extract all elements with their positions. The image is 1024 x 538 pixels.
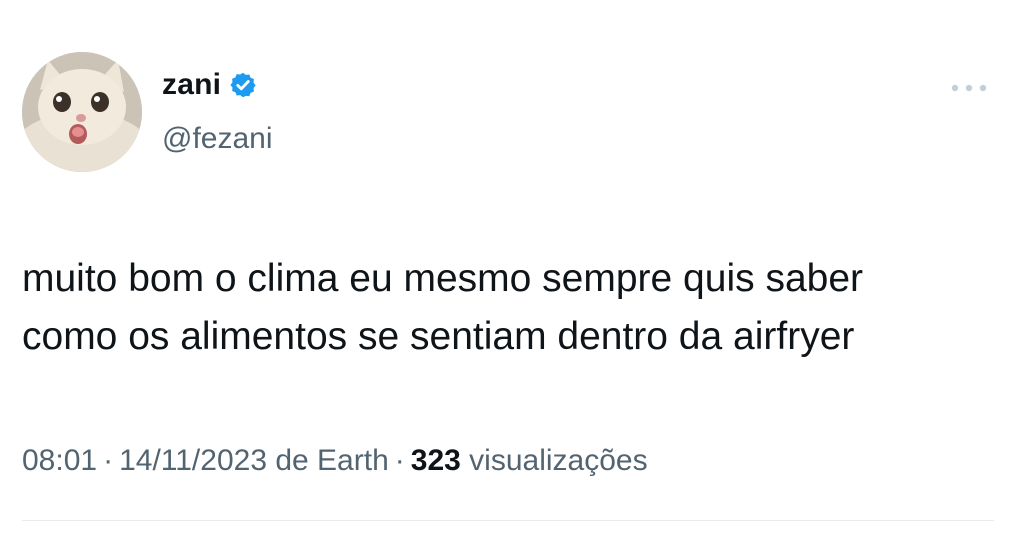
tweet-text: muito bom o clima eu mesmo sempre quis s… <box>22 250 1002 366</box>
tweet-text-line: como os alimentos se sentiam dentro da a… <box>22 315 855 358</box>
tweet-source: de Earth <box>275 444 389 477</box>
views-label: visualizações <box>469 444 648 477</box>
more-options-icon[interactable] <box>944 78 994 98</box>
display-name[interactable]: zani <box>162 68 221 102</box>
meta-separator: · <box>394 444 405 477</box>
tweet-text-line: muito bom o clima eu mesmo sempre quis s… <box>22 257 863 300</box>
avatar[interactable] <box>22 52 142 172</box>
verified-badge-icon <box>230 72 256 98</box>
views-count[interactable]: 323 <box>411 444 461 477</box>
author-name-row: zani <box>162 68 257 102</box>
cat-avatar-icon <box>22 52 142 172</box>
tweet-card: zani @fezani muito bom o clima eu mesmo … <box>0 0 1024 538</box>
meta-separator: · <box>103 444 114 477</box>
tweet-meta: 08:01 · 14/11/2023 de Earth · 323 visualizaç… <box>22 444 648 478</box>
tweet-time[interactable]: 08:01 <box>22 444 97 477</box>
divider <box>22 520 994 521</box>
tweet-date[interactable]: 14/11/2023 <box>119 444 267 477</box>
author-handle[interactable]: @fezani <box>162 122 273 156</box>
